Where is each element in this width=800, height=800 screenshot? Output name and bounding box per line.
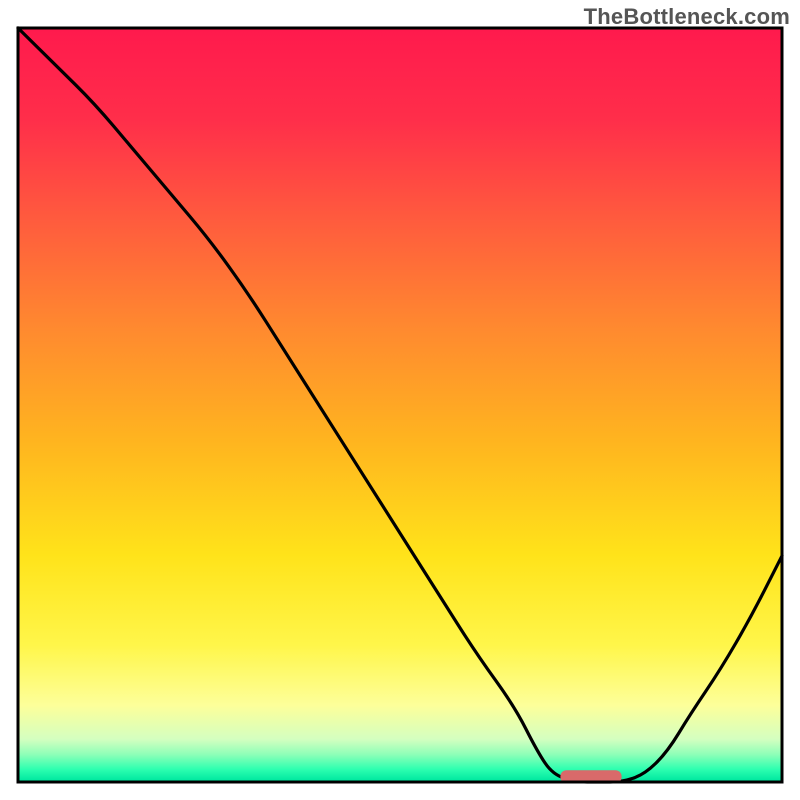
chart-container: TheBottleneck.com [0,0,800,800]
gradient-background [20,30,781,781]
bottleneck-chart [0,0,800,800]
